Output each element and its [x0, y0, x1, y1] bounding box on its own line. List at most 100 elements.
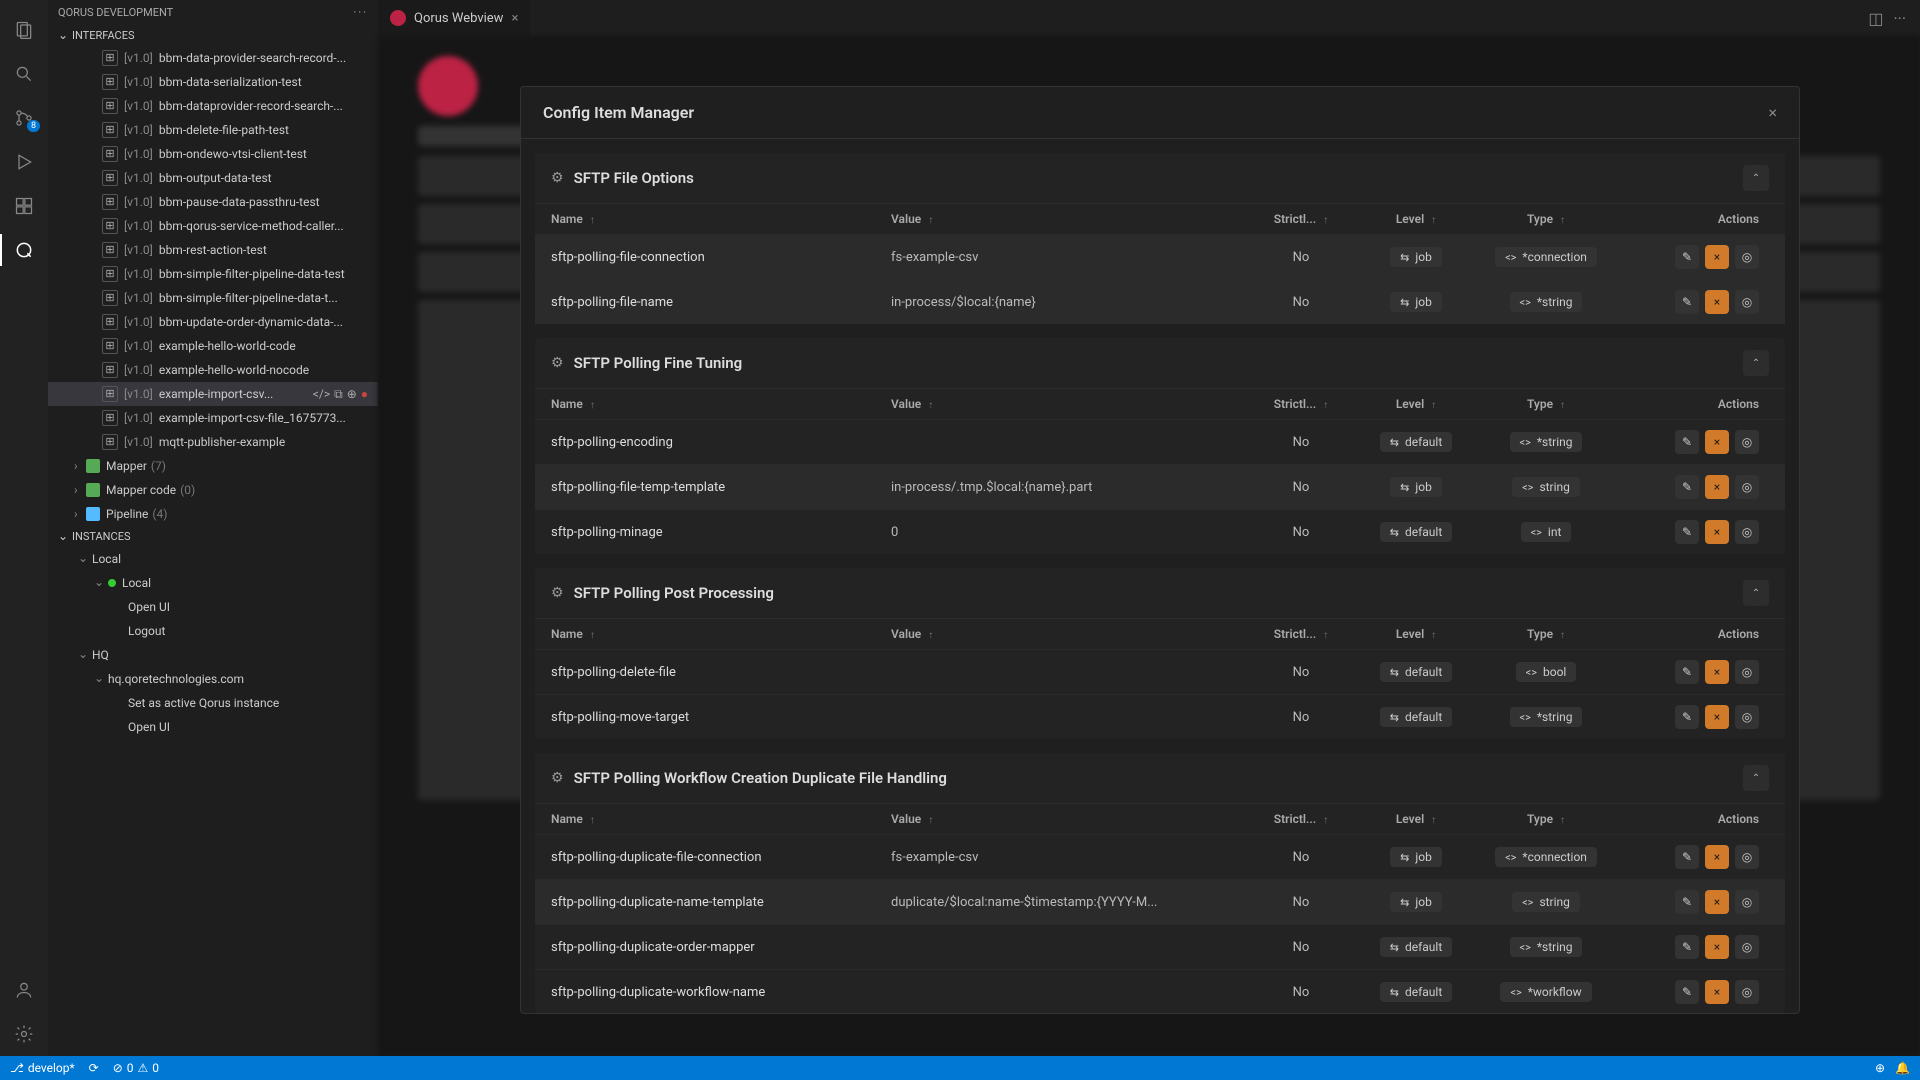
instance-local-child[interactable]: Local: [48, 571, 378, 595]
reset-button[interactable]: ×: [1705, 845, 1729, 869]
instance-set-active[interactable]: Set as active Qorus instance: [48, 691, 378, 715]
settings-gear-icon[interactable]: [12, 1022, 36, 1046]
sort-icon[interactable]: ↑: [928, 630, 933, 641]
tabbar-more-icon[interactable]: ···: [1893, 9, 1906, 28]
col-type[interactable]: Type ↑: [1481, 212, 1611, 226]
tree-item[interactable]: ⊞[v1.0]bbm-dataprovider-record-search-..…: [48, 94, 378, 118]
split-editor-icon[interactable]: ◫: [1868, 9, 1883, 28]
col-value[interactable]: Value ↑: [891, 212, 1251, 226]
col-value[interactable]: Value ↑: [891, 397, 1251, 411]
reset-button[interactable]: ×: [1705, 245, 1729, 269]
edit-button[interactable]: ✎: [1675, 935, 1699, 959]
instance-hq-host[interactable]: hq.qoretechnologies.com: [48, 667, 378, 691]
sort-icon[interactable]: ↑: [1323, 815, 1328, 826]
collapse-button[interactable]: ⌃: [1743, 765, 1769, 791]
info-button[interactable]: ◎: [1735, 430, 1759, 454]
tree-item[interactable]: ⊞[v1.0]bbm-update-order-dynamic-data-...: [48, 310, 378, 334]
col-name[interactable]: Name ↑: [551, 812, 891, 826]
edit-button[interactable]: ✎: [1675, 245, 1699, 269]
reset-button[interactable]: ×: [1705, 890, 1729, 914]
collapse-button[interactable]: ⌃: [1743, 350, 1769, 376]
reset-button[interactable]: ×: [1705, 290, 1729, 314]
reset-button[interactable]: ×: [1705, 980, 1729, 1004]
sort-icon[interactable]: ↑: [1431, 215, 1436, 226]
info-button[interactable]: ◎: [1735, 980, 1759, 1004]
search-icon[interactable]: [12, 62, 36, 86]
info-button[interactable]: ◎: [1735, 520, 1759, 544]
sort-icon[interactable]: ↑: [590, 215, 595, 226]
sort-icon[interactable]: ↑: [1431, 630, 1436, 641]
sort-icon[interactable]: ↑: [1323, 630, 1328, 641]
sort-icon[interactable]: ↑: [1431, 815, 1436, 826]
tree-item[interactable]: ⊞[v1.0]bbm-data-provider-search-record-.…: [48, 46, 378, 70]
tree-item[interactable]: ⊞[v1.0]bbm-delete-file-path-test: [48, 118, 378, 142]
col-type[interactable]: Type ↑: [1481, 812, 1611, 826]
collapse-button[interactable]: ⌃: [1743, 165, 1769, 191]
account-icon[interactable]: [12, 978, 36, 1002]
instance-hq[interactable]: HQ: [48, 643, 378, 667]
edit-button[interactable]: ✎: [1675, 705, 1699, 729]
col-strict[interactable]: Strictl... ↑: [1251, 812, 1351, 826]
edit-button[interactable]: ✎: [1675, 520, 1699, 544]
col-name[interactable]: Name ↑: [551, 397, 891, 411]
sort-icon[interactable]: ↑: [590, 400, 595, 411]
sort-icon[interactable]: ↑: [590, 630, 595, 641]
col-level[interactable]: Level ↑: [1351, 212, 1481, 226]
code-icon[interactable]: </>: [313, 384, 330, 404]
info-button[interactable]: ◎: [1735, 935, 1759, 959]
sidebar-more-icon[interactable]: ···: [353, 6, 368, 19]
sort-icon[interactable]: ↑: [928, 400, 933, 411]
modal-close-button[interactable]: ×: [1768, 103, 1777, 122]
reset-button[interactable]: ×: [1705, 935, 1729, 959]
col-level[interactable]: Level ↑: [1351, 397, 1481, 411]
col-value[interactable]: Value ↑: [891, 627, 1251, 641]
source-control-icon[interactable]: 8: [12, 106, 36, 130]
instance-logout[interactable]: Logout: [48, 619, 378, 643]
edit-button[interactable]: ✎: [1675, 475, 1699, 499]
sort-icon[interactable]: ↑: [1431, 400, 1436, 411]
reset-button[interactable]: ×: [1705, 475, 1729, 499]
collapse-button[interactable]: ⌃: [1743, 580, 1769, 606]
instance-local[interactable]: Local: [48, 547, 378, 571]
info-button[interactable]: ◎: [1735, 845, 1759, 869]
sort-icon[interactable]: ↑: [1323, 215, 1328, 226]
tree-item[interactable]: ⊞[v1.0]bbm-rest-action-test: [48, 238, 378, 262]
copy-icon[interactable]: ⧉: [334, 384, 343, 404]
instance-open-ui-2[interactable]: Open UI: [48, 715, 378, 739]
reset-button[interactable]: ×: [1705, 660, 1729, 684]
qorus-icon[interactable]: [12, 238, 36, 262]
tree-item[interactable]: ⊞[v1.0]mqtt-publisher-example: [48, 430, 378, 454]
sort-icon[interactable]: ↑: [590, 815, 595, 826]
tree-item[interactable]: ⊞[v1.0]bbm-ondewo-vtsi-client-test: [48, 142, 378, 166]
col-strict[interactable]: Strictl... ↑: [1251, 212, 1351, 226]
sort-icon[interactable]: ↑: [1560, 815, 1565, 826]
info-button[interactable]: ◎: [1735, 890, 1759, 914]
sort-icon[interactable]: ↑: [1323, 400, 1328, 411]
tab-qorus-webview[interactable]: Qorus Webview ×: [378, 0, 530, 36]
col-name[interactable]: Name ↑: [551, 212, 891, 226]
section-interfaces[interactable]: INTERFACES: [48, 25, 378, 46]
col-level[interactable]: Level ↑: [1351, 812, 1481, 826]
status-problems[interactable]: ⊘0 ⚠0: [113, 1061, 159, 1075]
info-button[interactable]: ◎: [1735, 705, 1759, 729]
tree-item[interactable]: ⊞[v1.0]bbm-simple-filter-pipeline-data-t…: [48, 262, 378, 286]
col-name[interactable]: Name ↑: [551, 627, 891, 641]
edit-button[interactable]: ✎: [1675, 290, 1699, 314]
tree-item[interactable]: ⊞[v1.0]example-hello-world-code: [48, 334, 378, 358]
tree-item[interactable]: ⊞[v1.0]bbm-pause-data-passthru-test: [48, 190, 378, 214]
instance-open-ui[interactable]: Open UI: [48, 595, 378, 619]
edit-button[interactable]: ✎: [1675, 430, 1699, 454]
status-feedback[interactable]: ⊕: [1875, 1061, 1885, 1075]
tree-group[interactable]: Pipeline(4): [48, 502, 378, 526]
tree-item[interactable]: ⊞[v1.0]example-import-csv...</>⧉⊕●: [48, 382, 378, 406]
info-button[interactable]: ◎: [1735, 290, 1759, 314]
reset-button[interactable]: ×: [1705, 520, 1729, 544]
tree-item[interactable]: ⊞[v1.0]bbm-qorus-service-method-caller..…: [48, 214, 378, 238]
tree-item[interactable]: ⊞[v1.0]bbm-output-data-test: [48, 166, 378, 190]
reset-button[interactable]: ×: [1705, 705, 1729, 729]
link-icon[interactable]: ⊕: [347, 384, 357, 404]
col-type[interactable]: Type ↑: [1481, 627, 1611, 641]
col-strict[interactable]: Strictl... ↑: [1251, 397, 1351, 411]
sort-icon[interactable]: ↑: [1560, 630, 1565, 641]
edit-button[interactable]: ✎: [1675, 845, 1699, 869]
